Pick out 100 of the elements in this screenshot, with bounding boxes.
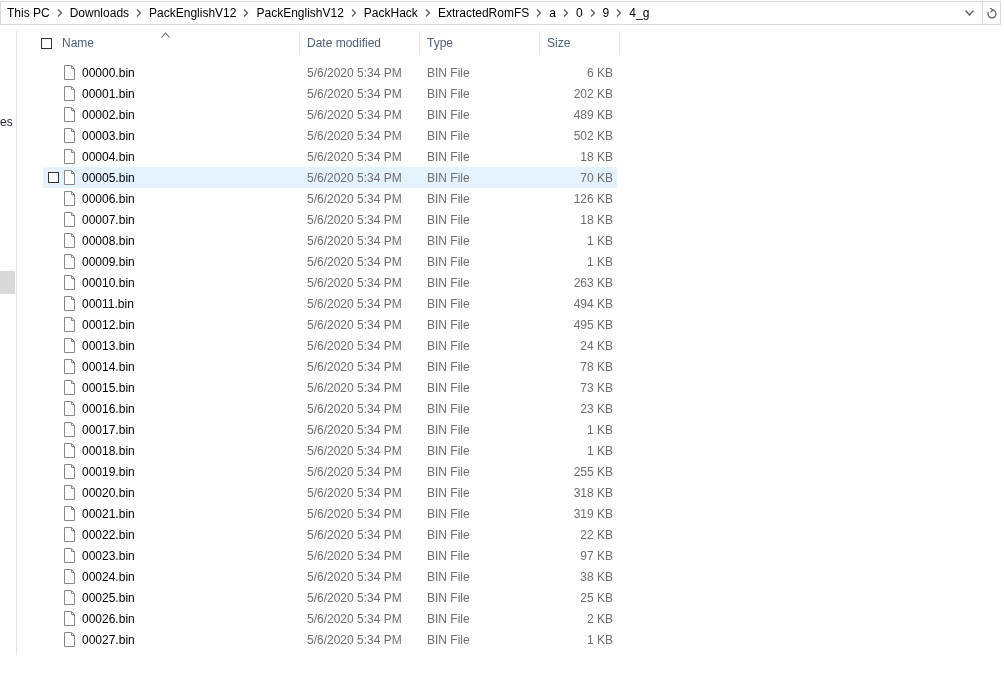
file-icon (64, 191, 75, 206)
breadcrumb[interactable]: 9 (600, 6, 614, 20)
file-row[interactable]: 00000.bin 5/6/2020 5:34 PM BIN File 6 KB (43, 62, 617, 83)
file-type: BIN File (427, 296, 471, 311)
file-icon (64, 233, 75, 248)
breadcrumb[interactable]: Downloads (67, 6, 134, 20)
file-row[interactable]: 00005.bin 5/6/2020 5:34 PM BIN File 70 KB (43, 167, 617, 188)
file-row[interactable]: 00006.bin 5/6/2020 5:34 PM BIN File 126 KB (43, 188, 617, 209)
column-header[interactable]: Date modified (300, 31, 420, 55)
file-size: 2 KB (586, 611, 613, 626)
file-name: 00007.bin (82, 212, 136, 227)
file-name: 00006.bin (82, 191, 136, 206)
select-all-checkbox[interactable] (41, 37, 52, 49)
file-size: 78 KB (579, 359, 613, 374)
date-modified: 5/6/2020 5:34 PM (307, 65, 403, 80)
file-row[interactable]: 00017.bin 5/6/2020 5:34 PM BIN File 1 KB (43, 419, 617, 440)
file-row[interactable]: 00010.bin 5/6/2020 5:34 PM BIN File 263 KB (43, 272, 617, 293)
file-row[interactable]: 00001.bin 5/6/2020 5:34 PM BIN File 202 KB (43, 83, 617, 104)
refresh-icon (986, 7, 997, 19)
file-type: BIN File (427, 569, 471, 584)
file-icon (64, 338, 75, 353)
date-modified: 5/6/2020 5:34 PM (307, 590, 403, 605)
chevron-right-icon (56, 9, 63, 17)
column-label: Type (427, 36, 453, 50)
file-type: BIN File (427, 548, 471, 563)
breadcrumb[interactable]: PackHack (361, 6, 422, 20)
file-row[interactable]: 00020.bin 5/6/2020 5:34 PM BIN File 318 KB (43, 482, 617, 503)
file-name: 00019.bin (82, 464, 136, 479)
breadcrumb[interactable]: a (547, 6, 560, 20)
address-bar[interactable]: This PC Downloads PackEnglishV12 PackEnglishV12 PackHack ExtractedRomFS a 0 9 4_g (0, 1, 983, 25)
file-icon (64, 107, 75, 122)
file-name: 00004.bin (82, 149, 136, 164)
dropdown-chevron-icon[interactable] (965, 10, 974, 16)
file-icon (64, 380, 75, 395)
file-row[interactable]: 00022.bin 5/6/2020 5:34 PM BIN File 22 KB (43, 524, 617, 545)
chevron-right-icon (350, 9, 357, 17)
chevron-right-icon (536, 9, 543, 17)
file-icon (64, 632, 75, 647)
column-header[interactable]: Name (32, 31, 300, 55)
file-row[interactable]: 00026.bin 5/6/2020 5:34 PM BIN File 2 KB (43, 608, 617, 629)
breadcrumb[interactable]: ExtractedRomFS (435, 6, 534, 20)
file-row[interactable]: 00027.bin 5/6/2020 5:34 PM BIN File 1 KB (43, 629, 617, 650)
file-type: BIN File (427, 191, 471, 206)
file-row[interactable]: 00008.bin 5/6/2020 5:34 PM BIN File 1 KB (43, 230, 617, 251)
file-icon (64, 506, 75, 521)
chevron-right-icon (136, 9, 143, 17)
refresh-button[interactable] (983, 1, 1001, 25)
file-name: 00011.bin (82, 296, 135, 311)
file-name: 00027.bin (82, 632, 136, 647)
breadcrumb[interactable]: 0 (573, 6, 587, 20)
file-name: 00020.bin (82, 485, 136, 500)
file-row[interactable]: 00016.bin 5/6/2020 5:34 PM BIN File 23 KB (43, 398, 617, 419)
file-type: BIN File (427, 506, 471, 521)
file-row[interactable]: 00021.bin 5/6/2020 5:34 PM BIN File 319 KB (43, 503, 617, 524)
file-row[interactable]: 00003.bin 5/6/2020 5:34 PM BIN File 502 KB (43, 125, 617, 146)
file-type: BIN File (427, 443, 471, 458)
file-type: BIN File (427, 275, 471, 290)
file-icon (64, 464, 75, 479)
file-size: 25 KB (579, 590, 613, 605)
column-header[interactable]: Type (420, 31, 540, 55)
breadcrumb[interactable]: 4_g (627, 6, 654, 20)
file-name: 00017.bin (82, 422, 136, 437)
breadcrumb[interactable]: PackEnglishV12 (254, 6, 348, 20)
file-row[interactable]: 00019.bin 5/6/2020 5:34 PM BIN File 255 KB (43, 461, 617, 482)
file-icon (64, 590, 75, 605)
chevron-right-icon (243, 9, 250, 17)
file-row[interactable]: 00002.bin 5/6/2020 5:34 PM BIN File 489 KB (43, 104, 617, 125)
date-modified: 5/6/2020 5:34 PM (307, 275, 403, 290)
row-checkbox[interactable] (48, 172, 59, 183)
breadcrumb[interactable]: PackEnglishV12 (147, 6, 241, 20)
nav-item[interactable]: es (0, 115, 13, 129)
file-type: BIN File (427, 464, 471, 479)
date-modified: 5/6/2020 5:34 PM (307, 506, 403, 521)
file-row[interactable]: 00009.bin 5/6/2020 5:34 PM BIN File 1 KB (43, 251, 617, 272)
breadcrumb[interactable]: This PC (5, 6, 54, 20)
file-row[interactable]: 00018.bin 5/6/2020 5:34 PM BIN File 1 KB (43, 440, 617, 461)
file-row[interactable]: 00025.bin 5/6/2020 5:34 PM BIN File 25 KB (43, 587, 617, 608)
file-size: 24 KB (579, 338, 613, 353)
date-modified: 5/6/2020 5:34 PM (307, 443, 403, 458)
file-type: BIN File (427, 212, 471, 227)
column-label: Size (547, 36, 571, 50)
file-icon (64, 170, 75, 185)
file-size: 255 KB (572, 464, 613, 479)
column-header[interactable]: Size (540, 31, 620, 55)
file-row[interactable]: 00011.bin 5/6/2020 5:34 PM BIN File 494 KB (43, 293, 617, 314)
file-name: 00014.bin (82, 359, 136, 374)
file-row[interactable]: 00023.bin 5/6/2020 5:34 PM BIN File 97 KB (43, 545, 617, 566)
file-row[interactable]: 00004.bin 5/6/2020 5:34 PM BIN File 18 KB (43, 146, 617, 167)
file-row[interactable]: 00024.bin 5/6/2020 5:34 PM BIN File 38 KB (43, 566, 617, 587)
file-name: 00000.bin (82, 65, 136, 80)
file-row[interactable]: 00012.bin 5/6/2020 5:34 PM BIN File 495 KB (43, 314, 617, 335)
file-row[interactable]: 00015.bin 5/6/2020 5:34 PM BIN File 73 KB (43, 377, 617, 398)
date-modified: 5/6/2020 5:34 PM (307, 401, 403, 416)
file-icon (64, 128, 75, 143)
date-modified: 5/6/2020 5:34 PM (307, 359, 403, 374)
file-size: 502 KB (572, 128, 613, 143)
file-row[interactable]: 00007.bin 5/6/2020 5:34 PM BIN File 18 KB (43, 209, 617, 230)
column-label: Date modified (307, 36, 382, 50)
file-row[interactable]: 00014.bin 5/6/2020 5:34 PM BIN File 78 KB (43, 356, 617, 377)
file-row[interactable]: 00013.bin 5/6/2020 5:34 PM BIN File 24 KB (43, 335, 617, 356)
